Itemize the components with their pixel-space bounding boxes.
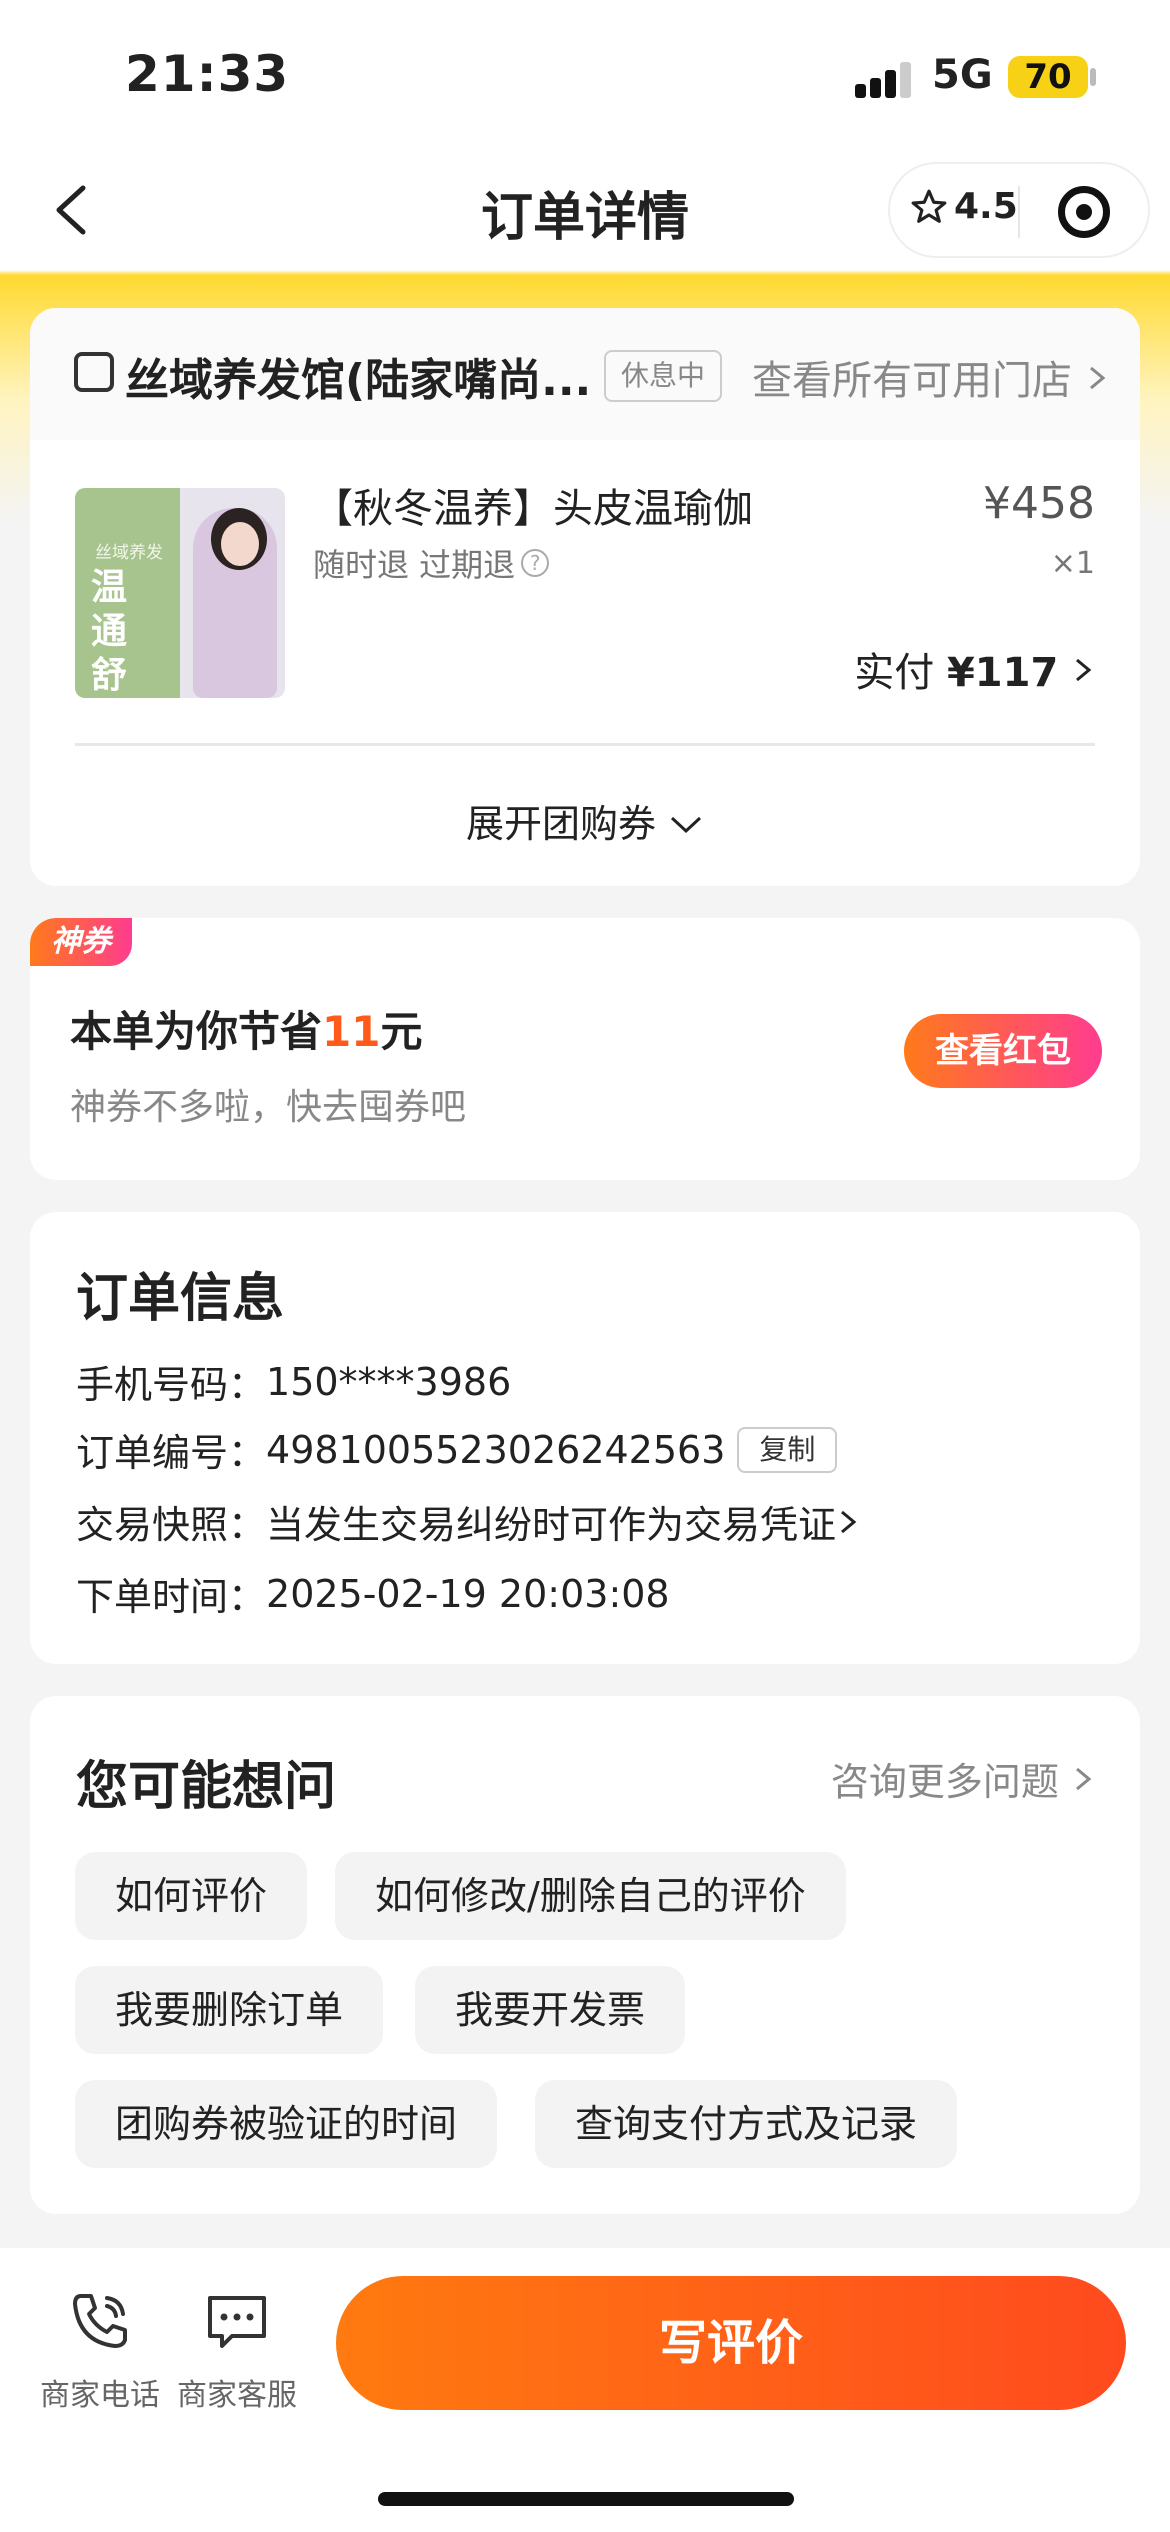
- merchant-phone-label: 商家电话: [40, 2378, 160, 2413]
- paid-amount-link[interactable]: 实付 ¥117: [854, 640, 1095, 698]
- product-price: ¥458: [983, 478, 1095, 529]
- nav-bar: 订单详情 4.5: [0, 150, 1170, 270]
- close-miniapp-button[interactable]: [1058, 186, 1110, 238]
- refund-policy: 随时退 过期退 ?: [313, 540, 550, 586]
- shop-name[interactable]: 丝域养发馆(陆家嘴尚...: [125, 344, 591, 408]
- faq-card: 您可能想问 咨询更多问题 如何评价 如何修改/删除自己的评价 我要删除订单 我要…: [30, 1696, 1140, 2214]
- snapshot-label: 交易快照：: [76, 1503, 267, 1547]
- model-face: [221, 522, 259, 566]
- savings-prefix: 本单为你节省: [70, 1007, 323, 1056]
- more-questions-link[interactable]: 咨询更多问题: [831, 1751, 1095, 1806]
- star-icon: [911, 189, 947, 223]
- help-icon[interactable]: ?: [521, 549, 550, 577]
- view-red-packet-button[interactable]: 查看红包: [904, 1014, 1102, 1088]
- order-number-row: 订单编号： 4981005523026242563 复制: [76, 1422, 838, 1477]
- merchant-chat-label: 商家客服: [177, 2378, 297, 2413]
- order-info-card: 订单信息 手机号码： 150****3986 订单编号： 49810055230…: [30, 1212, 1140, 1664]
- chevron-right-icon: [1076, 658, 1092, 682]
- order-number-label: 订单编号：: [76, 1431, 267, 1475]
- shop-header: 丝域养发馆(陆家嘴尚... 休息中 查看所有可用门店: [30, 308, 1140, 440]
- savings-card: 神券 本单为你节省11元 神券不多啦，快去囤券吧 查看红包: [30, 918, 1140, 1180]
- savings-title: 本单为你节省11元: [70, 998, 422, 1059]
- refund-policy-text: 随时退 过期退: [313, 546, 516, 584]
- all-stores-label: 查看所有可用门店: [752, 358, 1072, 404]
- chat-icon: [208, 2296, 266, 2348]
- savings-amount: 11: [322, 1007, 381, 1056]
- faq-chip[interactable]: 我要开发票: [415, 1966, 686, 2054]
- faq-chip[interactable]: 如何评价: [75, 1852, 308, 1940]
- order-time-label: 下单时间：: [76, 1575, 267, 1619]
- rating-button[interactable]: 4.5: [910, 186, 1018, 227]
- snapshot-row[interactable]: 交易快照： 当发生交易纠纷时可作为交易凭证: [76, 1494, 860, 1549]
- faq-title: 您可能想问: [76, 1757, 337, 1817]
- expand-vouchers-button[interactable]: 展开团购券: [30, 793, 1140, 848]
- savings-subtitle: 神券不多啦，快去囤券吧: [70, 1087, 467, 1128]
- battery-cap: [1090, 68, 1096, 86]
- bottom-action-bar: 商家电话 商家客服 写评价: [0, 2248, 1170, 2532]
- phone-row: 手机号码： 150****3986: [76, 1354, 511, 1409]
- phone-value: 150****3986: [266, 1359, 512, 1404]
- chevron-right-icon: [841, 1510, 857, 1533]
- divider: [75, 743, 1095, 746]
- faq-chip[interactable]: 查询支付方式及记录: [535, 2080, 958, 2168]
- order-info-title: 订单信息: [76, 1269, 285, 1329]
- chevron-right-icon: [1089, 366, 1106, 390]
- chevron-down-icon: [671, 816, 702, 834]
- network-type: 5G: [932, 52, 993, 98]
- shop-status-badge: 休息中: [604, 350, 722, 402]
- order-time-value: 2025-02-19 20:03:08: [266, 1571, 670, 1616]
- product-image-brand: 丝域养发: [95, 543, 163, 563]
- write-review-button[interactable]: 写评价: [336, 2276, 1126, 2410]
- more-questions-label: 咨询更多问题: [830, 1760, 1059, 1804]
- nav-capsule: 4.5: [888, 162, 1150, 258]
- merchant-phone-button[interactable]: 商家电话: [35, 2286, 165, 2414]
- snapshot-value: 当发生交易纠纷时可作为交易凭证: [266, 1503, 837, 1547]
- product-image-slogan: 温通舒养: [91, 567, 128, 696]
- phone-label: 手机号码：: [76, 1363, 267, 1407]
- coupon-tag: 神券: [30, 918, 132, 966]
- status-bar: 21:33 5G 70: [0, 0, 1170, 150]
- shop-icon: [74, 352, 114, 392]
- phone-icon: [73, 2294, 127, 2348]
- copy-button[interactable]: 复制: [737, 1426, 838, 1473]
- status-time: 21:33: [125, 45, 290, 103]
- faq-chip[interactable]: 如何修改/删除自己的评价: [335, 1852, 846, 1940]
- all-stores-link[interactable]: 查看所有可用门店: [752, 348, 1109, 406]
- capsule-divider: [1018, 186, 1020, 238]
- savings-suffix: 元: [380, 1007, 423, 1056]
- signal-icon: [855, 58, 915, 98]
- battery-icon: 70: [1008, 56, 1088, 98]
- home-indicator: [378, 2492, 794, 2506]
- paid-label: 实付: [854, 650, 935, 696]
- product-image[interactable]: 丝域养发 温通舒养: [75, 488, 285, 698]
- faq-chip[interactable]: 我要删除订单: [75, 1966, 384, 2054]
- faq-chip[interactable]: 团购券被验证的时间: [75, 2080, 498, 2168]
- order-number-value: 4981005523026242563: [266, 1427, 726, 1472]
- product-card: 丝域养发馆(陆家嘴尚... 休息中 查看所有可用门店 丝域养发 温通舒养 【秋冬…: [30, 308, 1140, 886]
- chevron-right-icon: [1076, 1767, 1092, 1791]
- paid-amount: ¥117: [946, 650, 1059, 696]
- product-quantity: ×1: [1050, 546, 1095, 581]
- rating-value: 4.5: [954, 186, 1018, 227]
- product-title[interactable]: 【秋冬温养】头皮温瑜伽: [313, 476, 753, 534]
- order-time-row: 下单时间： 2025-02-19 20:03:08: [76, 1566, 670, 1621]
- expand-label: 展开团购券: [465, 802, 656, 846]
- merchant-chat-button[interactable]: 商家客服: [172, 2286, 302, 2414]
